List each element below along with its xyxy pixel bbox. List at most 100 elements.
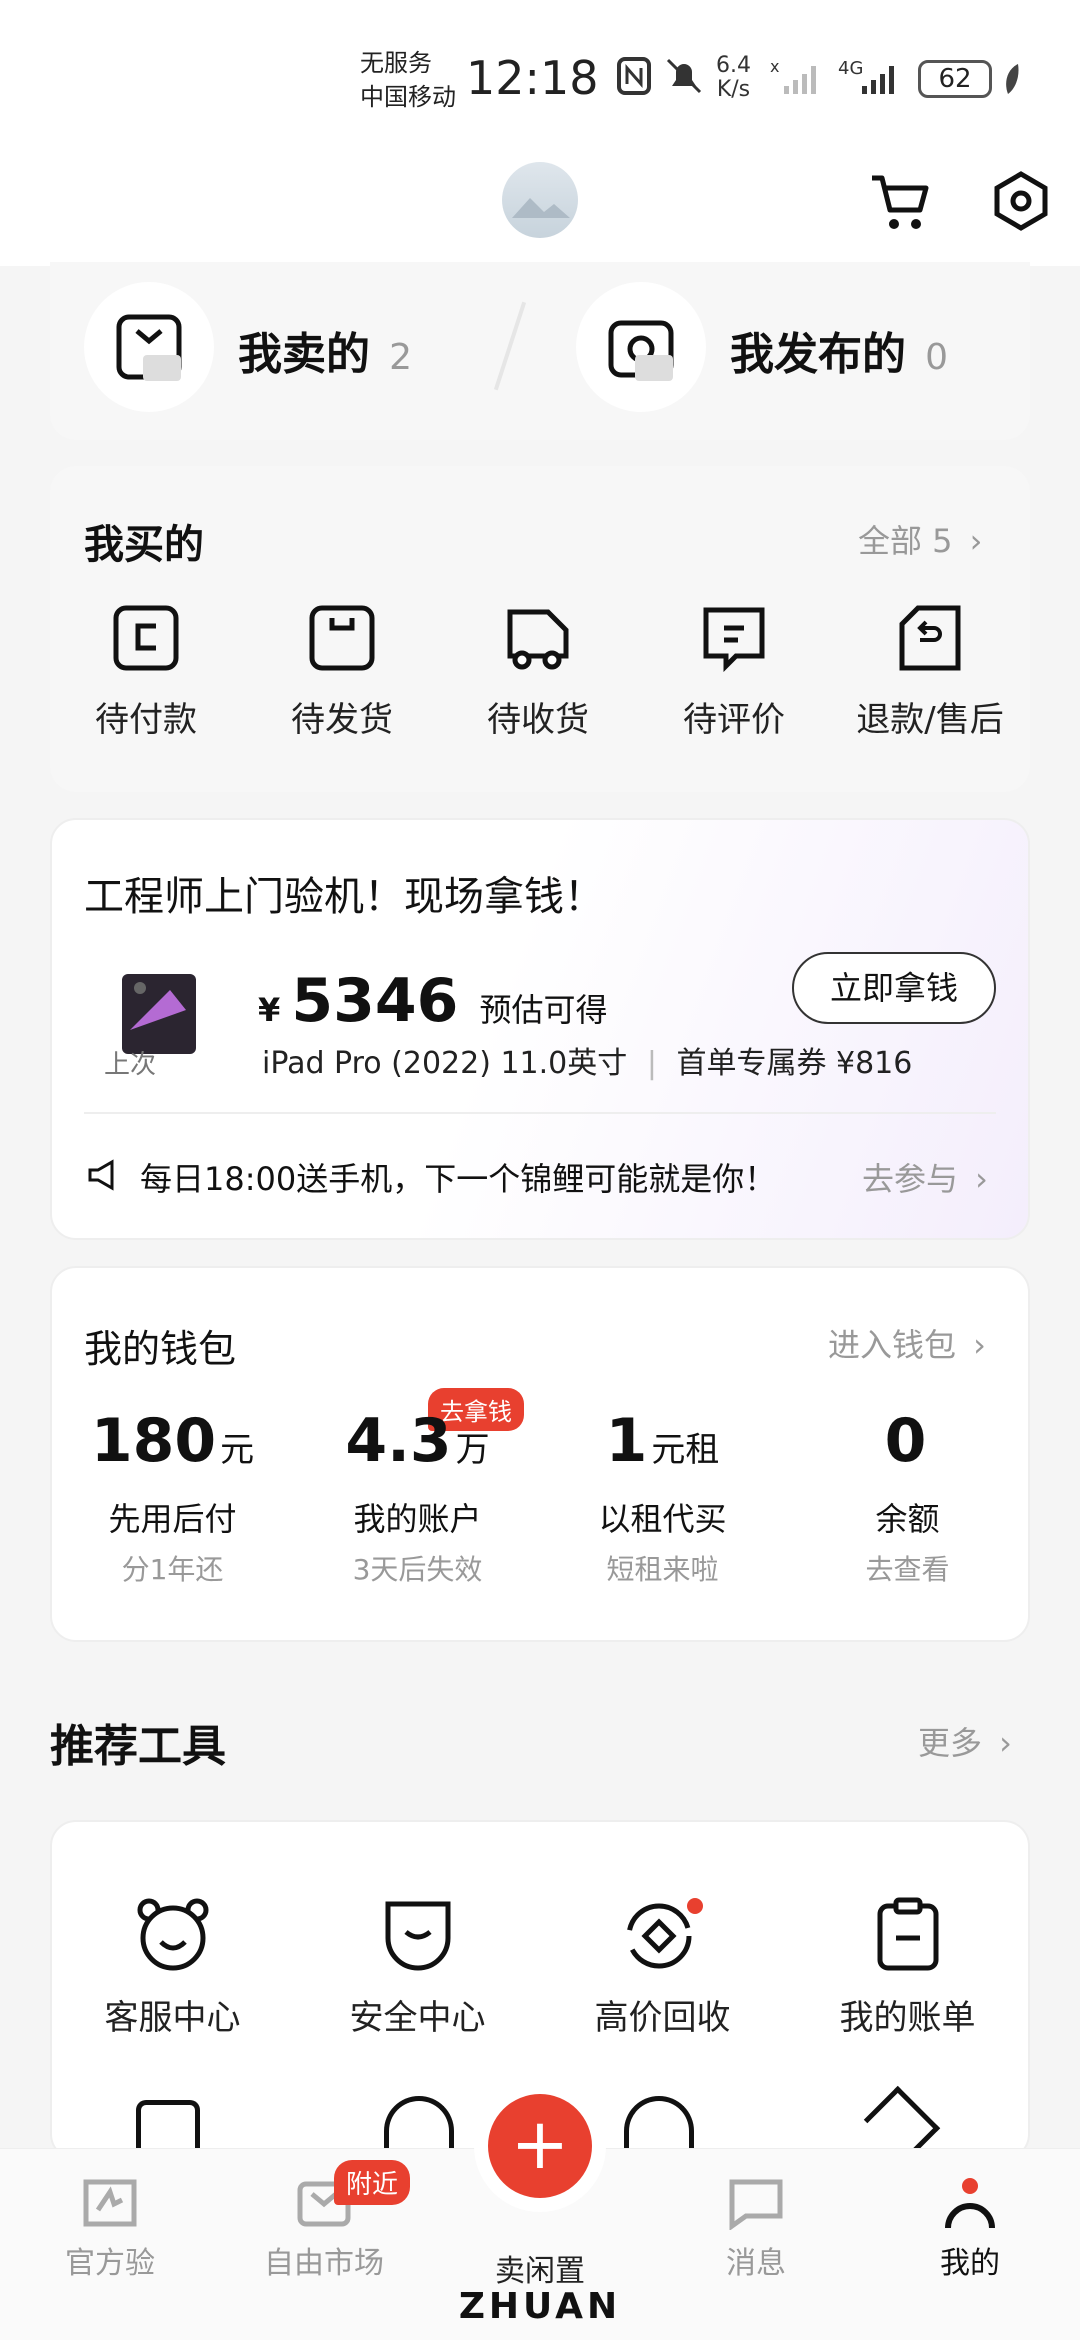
nfc-icon xyxy=(616,56,652,100)
comment-icon xyxy=(703,607,765,673)
nav-label: 我的 xyxy=(940,2246,1000,2281)
tool-my-bill[interactable]: 我的账单 xyxy=(788,1896,1028,2039)
bought-title: 我买的 xyxy=(84,522,204,568)
settings-icon[interactable] xyxy=(990,170,1052,236)
order-pending-shipment[interactable]: 待发货 xyxy=(244,604,440,741)
price-note: 预估可得 xyxy=(479,991,608,1029)
leaf-icon xyxy=(1002,62,1022,100)
product-name: iPad Pro (2022) 11.0英寸 xyxy=(262,1046,628,1081)
wallet-item-account[interactable]: 4.3 万 我的账户 3天后失效 xyxy=(295,1406,540,1588)
order-pending-payment[interactable]: 待付款 xyxy=(48,604,244,741)
carrier-info: 无服务 中国移动 xyxy=(360,46,456,114)
get-money-button[interactable]: 立即拿钱 xyxy=(792,952,996,1024)
sold-entry[interactable]: 我卖的 2 xyxy=(238,318,412,382)
wallet-label: 余额 xyxy=(875,1500,940,1538)
enter-wallet-label: 进入钱包 xyxy=(828,1326,957,1364)
notice-text: 每日18:00送手机，下一个锦鲤可能就是你！ xyxy=(140,1160,777,1198)
cart-icon[interactable] xyxy=(868,170,932,238)
tool-label: 客服中心 xyxy=(104,1998,241,2038)
published-entry[interactable]: 我发布的 0 xyxy=(730,318,948,382)
join-label: 去参与 xyxy=(862,1160,959,1198)
join-link[interactable]: 去参与 › xyxy=(862,1154,988,1200)
carrier-line1: 无服务 xyxy=(360,49,432,77)
wallet-sub: 去查看 xyxy=(865,1553,950,1586)
order-pending-payment-label: 待付款 xyxy=(95,700,197,740)
wallet-label: 先用后付 xyxy=(108,1500,237,1538)
wallet-unit: 元 xyxy=(220,1430,255,1470)
nav-messages[interactable]: 消息 xyxy=(666,2176,846,2282)
net-speed: 6.4 K/s xyxy=(716,54,751,102)
order-pending-shipment-label: 待发货 xyxy=(291,700,393,740)
nav-label: 消息 xyxy=(726,2246,786,2281)
wallet-item-balance[interactable]: 0 余额 去查看 xyxy=(785,1406,1030,1588)
avatar[interactable] xyxy=(502,162,578,238)
megaphone-icon xyxy=(86,1158,120,1196)
mute-bell-icon xyxy=(664,56,704,100)
wallet-title: 我的钱包 xyxy=(84,1327,237,1371)
last-tag: 上次 xyxy=(104,1050,157,1080)
tool-security-center[interactable]: 安全中心 xyxy=(298,1896,538,2039)
tools-more-link[interactable]: 更多 › xyxy=(918,1718,1012,1764)
sold-icon xyxy=(84,282,214,412)
published-label: 我发布的 xyxy=(730,329,906,380)
product-info: iPad Pro (2022) 11.0英寸 | 首单专属券 ¥816 xyxy=(262,1038,912,1082)
carrier-line2: 中国移动 xyxy=(360,83,456,111)
order-pending-receipt-label: 待收货 xyxy=(487,700,589,740)
enter-wallet-link[interactable]: 进入钱包 › xyxy=(828,1320,986,1366)
nav-mine[interactable]: 我的 xyxy=(880,2176,1060,2282)
bought-all-link[interactable]: 全部 5 › xyxy=(858,516,982,562)
no-signal-icon: x xyxy=(770,57,826,102)
nearby-badge: 附近 xyxy=(334,2160,411,2205)
coupon-text: 首单专属券 ¥816 xyxy=(676,1046,913,1081)
separator: | xyxy=(646,1046,657,1081)
network-type: 4G xyxy=(838,58,864,79)
order-status-row: 待付款 待发货 待收货 待评价 退款/售后 xyxy=(48,604,1028,741)
nav-sell-label: 卖闲置 xyxy=(495,2254,585,2289)
battery-indicator: 62 xyxy=(918,60,992,98)
nav-label: 官方验 xyxy=(65,2246,155,2281)
published-icon xyxy=(576,282,706,412)
signal-4g-icon: 4G xyxy=(838,58,904,102)
phone-icon xyxy=(136,2100,200,2148)
order-pending-receipt[interactable]: 待收货 xyxy=(440,604,636,741)
wallet-label: 我的账户 xyxy=(353,1500,482,1538)
wallet-icon xyxy=(113,605,179,671)
clock: 12:18 xyxy=(466,51,599,105)
tool-high-price-recycle[interactable]: 高价回收 xyxy=(543,1896,783,2039)
published-count: 0 xyxy=(925,337,948,378)
tool-label: 安全中心 xyxy=(349,1998,486,2038)
wallet-sub: 分1年还 xyxy=(121,1553,224,1586)
speed-value: 6.4 xyxy=(716,53,751,78)
nav-label: 自由市场 xyxy=(264,2246,384,2281)
wallet-item-pay-later[interactable]: 180 元 先用后付 分1年还 xyxy=(50,1406,295,1588)
tool-customer-service[interactable]: 客服中心 xyxy=(53,1896,293,2039)
refund-icon xyxy=(899,605,961,671)
inspect-icon xyxy=(83,2179,137,2227)
sell-plus-button[interactable]: + xyxy=(488,2094,592,2198)
wallet-value: 4.3 xyxy=(345,1406,452,1476)
chevron-right-icon: › xyxy=(973,1326,986,1364)
chevron-right-icon: › xyxy=(975,1160,988,1198)
product-thumb: 上次 xyxy=(94,950,224,1082)
brand-wordmark: ZHUAN xyxy=(458,2286,622,2327)
wallet-item-rent[interactable]: 1 元租 以租代买 短租来啦 xyxy=(540,1406,785,1588)
speed-unit: K/s xyxy=(716,77,751,102)
wallet-sub: 短租来啦 xyxy=(606,1553,719,1586)
chevron-right-icon: › xyxy=(999,1724,1012,1762)
sold-count: 2 xyxy=(389,337,412,378)
bought-all-label: 全部 5 xyxy=(858,522,953,560)
profile-icon xyxy=(945,2178,995,2229)
wallet-value: 180 xyxy=(90,1406,217,1476)
recycle-icon xyxy=(626,1898,703,1969)
order-refund[interactable]: 退款/售后 xyxy=(832,604,1028,741)
box-icon xyxy=(309,605,375,671)
tool-label: 我的账单 xyxy=(839,1998,976,2038)
message-icon xyxy=(729,2179,783,2231)
order-pending-review-label: 待评价 xyxy=(683,700,785,740)
order-refund-label: 退款/售后 xyxy=(856,700,1004,740)
wallet-unit: 元租 xyxy=(651,1430,720,1470)
divider xyxy=(84,1112,996,1114)
nav-official-inspect[interactable]: 官方验 xyxy=(20,2176,200,2282)
wallet-value: 1 xyxy=(605,1406,648,1476)
order-pending-review[interactable]: 待评价 xyxy=(636,604,832,741)
